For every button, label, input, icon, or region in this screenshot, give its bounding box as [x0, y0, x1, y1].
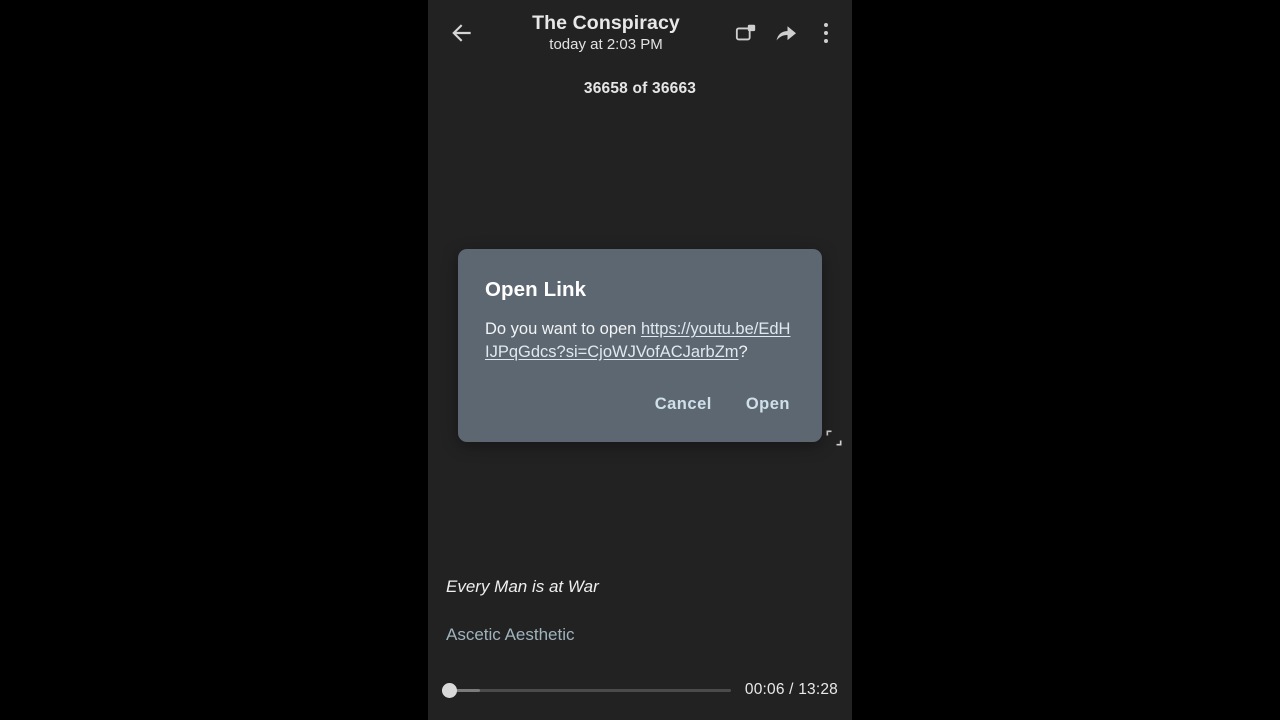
track-artist[interactable]: Ascetic Aesthetic [428, 624, 852, 646]
open-button[interactable]: Open [736, 389, 800, 420]
time-display: 00:06 / 13:28 [744, 681, 838, 698]
overflow-menu-button[interactable] [806, 11, 846, 55]
picture-in-picture-icon [735, 22, 757, 44]
track-title: Every Man is at War [446, 577, 599, 596]
title-block: The Conspiracy today at 2:03 PM [486, 11, 726, 56]
screen-stage: The Conspiracy today at 2:03 PM 36658 of… [0, 0, 1280, 720]
fullscreen-expand-icon [824, 428, 844, 453]
share-button[interactable] [766, 11, 806, 55]
page-title: The Conspiracy [532, 11, 680, 34]
app-bar: The Conspiracy today at 2:03 PM [428, 0, 852, 66]
seek-bar[interactable] [442, 675, 731, 705]
arrow-left-icon [449, 20, 475, 46]
video-content-panel: The Conspiracy today at 2:03 PM 36658 of… [428, 0, 852, 720]
back-button[interactable] [438, 9, 486, 57]
dialog-message: Do you want to open https://youtu.be/EdH… [458, 303, 822, 363]
dialog-actions: Cancel Open [458, 363, 822, 442]
seek-thumb[interactable] [442, 682, 457, 698]
share-arrow-icon [774, 21, 798, 45]
seek-track [442, 688, 731, 692]
dialog-message-suffix: ? [738, 342, 748, 361]
cancel-button[interactable]: Cancel [645, 389, 722, 420]
fullscreen-button[interactable] [818, 424, 850, 456]
open-link-dialog: Open Link Do you want to open https://yo… [458, 249, 822, 442]
app-bar-actions [726, 9, 852, 57]
kebab-menu-icon [824, 20, 828, 46]
dialog-title: Open Link [485, 278, 587, 301]
picture-in-picture-button[interactable] [726, 11, 766, 55]
seek-row: 00:06 / 13:28 [428, 672, 852, 708]
dialog-message-prefix: Do you want to open [485, 320, 641, 338]
player-metadata: Every Man is at War Ascetic Aesthetic 00… [428, 576, 852, 720]
page-counter: 36658 of 36663 [583, 80, 697, 97]
page-subtitle: today at 2:03 PM [549, 35, 663, 53]
